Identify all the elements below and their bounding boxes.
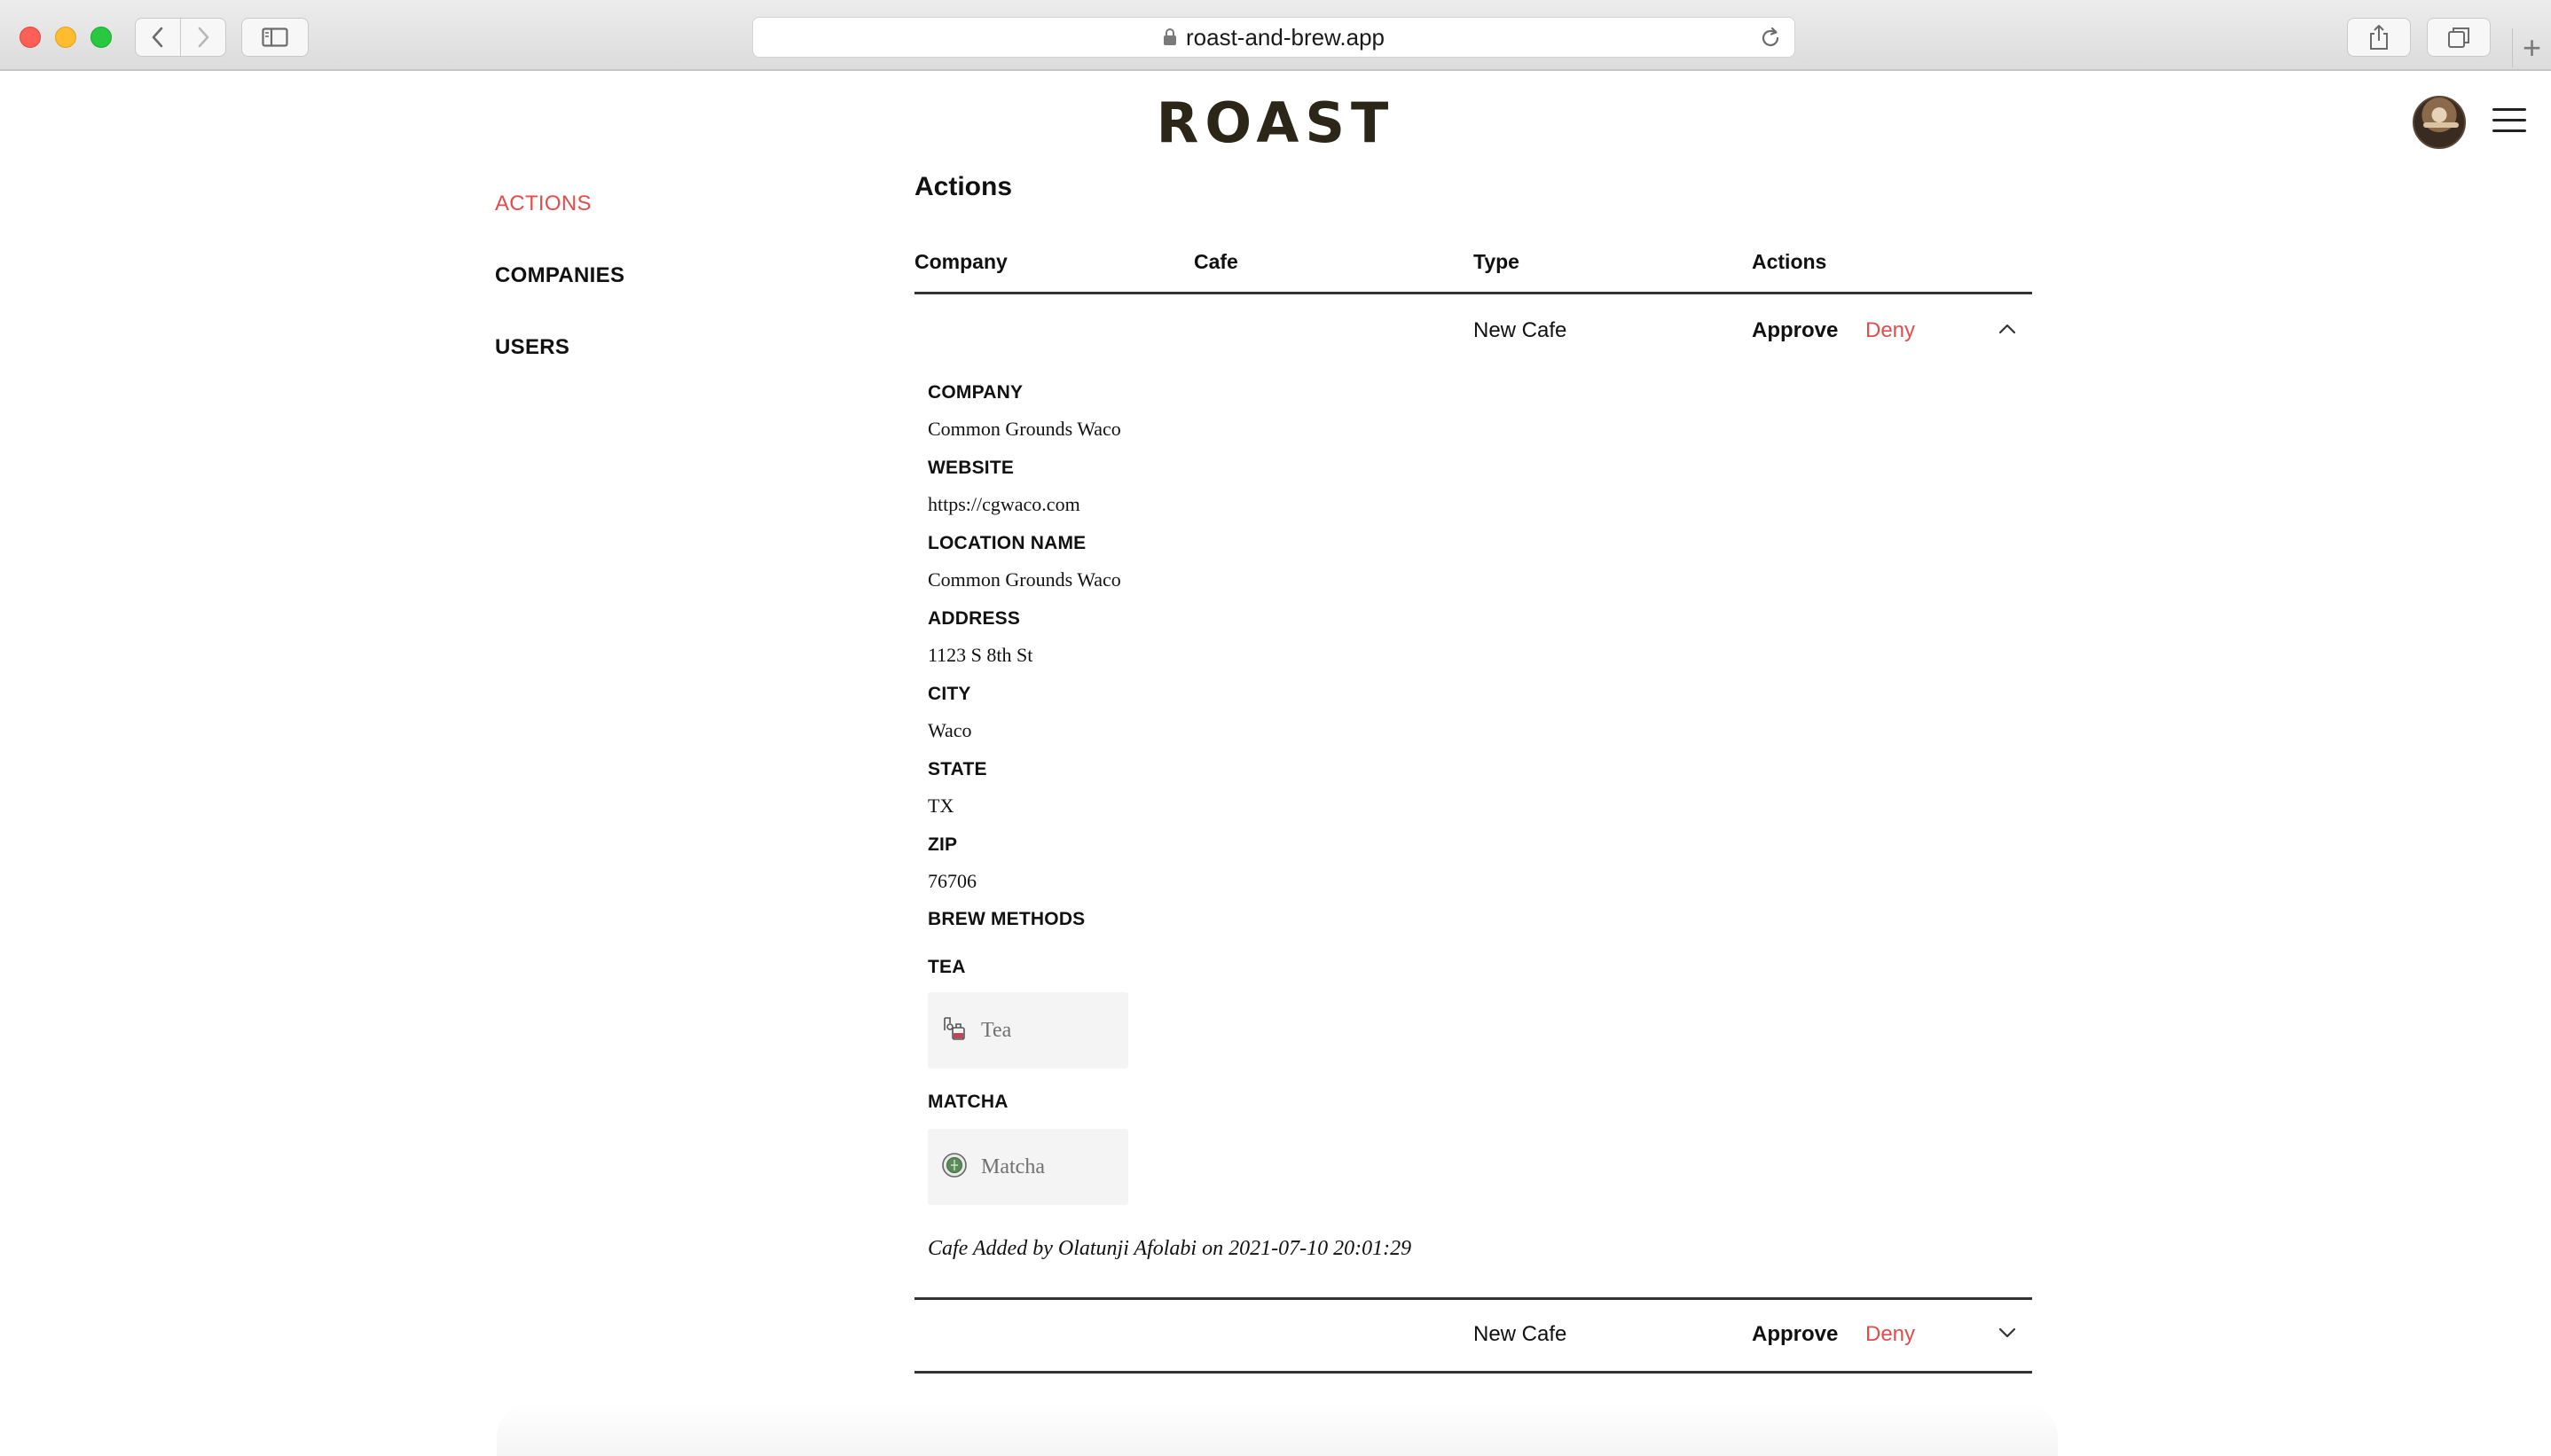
detail-label-website: WEBSITE [928,458,1015,478]
back-button[interactable] [135,18,181,57]
approve-button[interactable]: Approve [1752,318,1838,343]
browser-toolbar: roast-and-brew.app + [0,0,2551,71]
row-type: New Cafe [1473,318,1567,342]
row-divider [914,1297,2032,1300]
forward-button[interactable] [180,18,226,57]
column-header-type: Type [1473,250,1519,273]
site-logo[interactable]: ROAST [0,90,2551,155]
detail-label-state: STATE [928,759,987,779]
matcha-icon [940,1151,969,1184]
detail-value-zip: 76706 [928,870,977,892]
minimize-window-button[interactable] [55,27,76,48]
detail-value-website: https://cgwaco.com [928,493,1080,515]
sidebar-icon [262,27,288,47]
brew-method-card-matcha: Matcha [928,1129,1128,1205]
detail-label-company: COMPANY [928,382,1024,403]
show-sidebar-button[interactable] [241,18,309,57]
teapot-icon [940,1014,969,1047]
detail-value-city: Waco [928,719,972,741]
detail-value-location-name: Common Grounds Waco [928,568,1121,591]
column-header-cafe: Cafe [1194,250,1238,273]
deny-button[interactable]: Deny [1865,1322,1915,1347]
chevron-down-icon[interactable] [1998,1326,2017,1344]
share-button[interactable] [2347,18,2411,57]
new-tab-button[interactable]: + [2512,28,2551,67]
column-header-company: Company [914,250,1008,273]
avatar[interactable] [2413,96,2466,149]
detail-label-brew-methods: BREW METHODS [928,909,1086,929]
table-row: New Cafe Approve Deny [914,1301,2032,1372]
brew-method-card-tea: Tea [928,992,1128,1069]
close-window-button[interactable] [20,27,41,48]
chevron-left-icon [152,27,163,48]
column-header-actions: Actions [1752,250,1827,273]
row-divider [914,1371,2032,1374]
detail-value-company: Common Grounds Waco [928,418,1121,440]
share-icon [2370,25,2388,50]
brew-method-label-matcha: Matcha [981,1155,1045,1178]
brew-method-heading-matcha: MATCHA [928,1092,1009,1112]
footer-shadow [497,1403,2058,1456]
detail-label-location-name: LOCATION NAME [928,533,1087,553]
brew-method-heading-tea: TEA [928,957,966,977]
url-text: roast-and-brew.app [1185,23,1385,51]
deny-button[interactable]: Deny [1865,318,1915,343]
reload-icon[interactable] [1759,26,1782,57]
detail-label-city: CITY [928,684,971,704]
lock-icon [1163,28,1177,46]
chevron-right-icon [198,27,209,48]
detail-label-address: ADDRESS [928,608,1021,629]
brew-method-label-tea: Tea [981,1018,1012,1042]
address-bar[interactable]: roast-and-brew.app [752,17,1795,58]
added-by-note: Cafe Added by Olatunji Afolabi on 2021-0… [928,1237,1412,1260]
nav-item-companies[interactable]: COMPANIES [495,263,624,288]
page-content: ROAST ACTIONS COMPANIES USERS Actions Co… [0,73,2551,1456]
page-title: Actions [914,172,1013,201]
row-type: New Cafe [1473,1322,1567,1346]
table-header: Company Cafe Type Actions [914,250,2032,294]
table-row: New Cafe Approve Deny [914,297,2032,368]
tabs-icon [2448,27,2469,48]
detail-value-state: TX [928,795,954,817]
nav-item-actions[interactable]: ACTIONS [495,192,592,216]
nav-item-users[interactable]: USERS [495,335,569,360]
show-tabs-button[interactable] [2427,18,2491,57]
hamburger-menu-icon[interactable] [2492,108,2526,135]
approve-button[interactable]: Approve [1752,1322,1838,1347]
detail-value-address: 1123 S 8th St [928,644,1033,666]
zoom-window-button[interactable] [90,27,112,48]
detail-label-zip: ZIP [928,834,958,855]
chevron-up-icon[interactable] [1998,322,2017,341]
